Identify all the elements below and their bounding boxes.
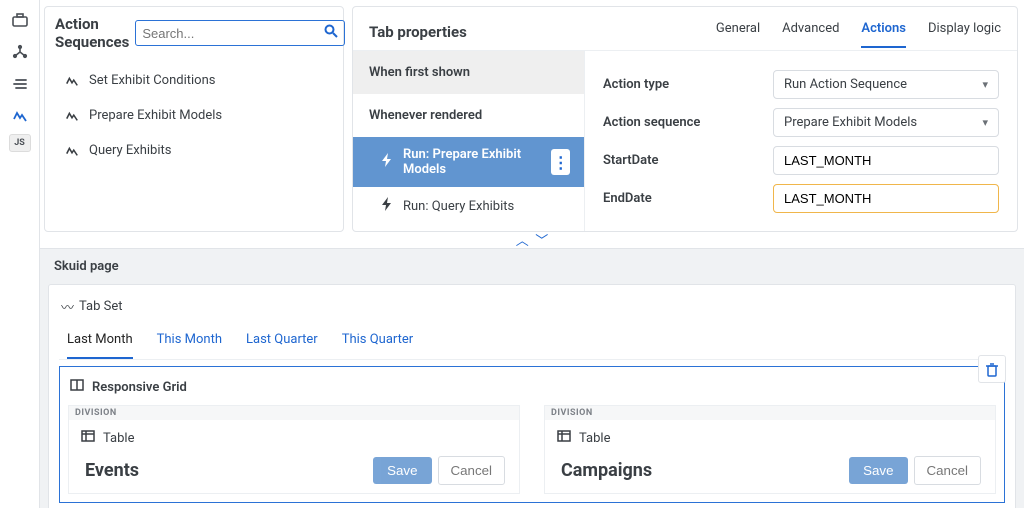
chevron-down-icon: ▾: [982, 116, 988, 129]
table-icon: [81, 430, 95, 446]
tab-properties-panel: Tab properties General Advanced Actions …: [352, 6, 1018, 232]
table-label: Table: [103, 431, 134, 446]
sequence-item-label: Query Exhibits: [89, 143, 171, 158]
rail-models-icon[interactable]: [6, 38, 34, 66]
table-icon: [557, 430, 571, 446]
rail-actions-icon[interactable]: [6, 102, 34, 130]
sequence-item[interactable]: Prepare Exhibit Models: [45, 98, 343, 133]
whenever-rendered[interactable]: Whenever rendered: [353, 94, 584, 137]
tab-this-quarter[interactable]: This Quarter: [342, 324, 413, 359]
action-type-label: Action type: [603, 77, 773, 92]
collapse-arrows[interactable]: ︿ ﹀: [40, 230, 1024, 248]
left-rail: JS: [0, 0, 40, 508]
campaigns-title: Campaigns: [561, 460, 849, 481]
tab-properties-title: Tab properties: [369, 23, 716, 41]
tabset-icon: 〰: [61, 297, 71, 316]
run-prepare-exhibit-models[interactable]: Run: Prepare Exhibit Models ⋮: [353, 137, 584, 187]
save-button[interactable]: Save: [373, 457, 431, 484]
kebab-icon[interactable]: ⋮: [551, 149, 570, 175]
skuid-page-label: Skuid page: [40, 249, 1024, 284]
tab-last-quarter[interactable]: Last Quarter: [246, 324, 318, 359]
division[interactable]: DIVISION Table Events Save Cancel: [68, 405, 520, 494]
sequence-item-label: Set Exhibit Conditions: [89, 73, 215, 88]
trash-icon[interactable]: [978, 355, 1006, 383]
cancel-button[interactable]: Cancel: [438, 456, 506, 485]
rail-list-icon[interactable]: [6, 70, 34, 98]
tab-advanced[interactable]: Advanced: [782, 15, 839, 48]
chevron-down-icon: ▾: [982, 78, 988, 91]
columns-icon: [70, 379, 84, 395]
run-item-label: Run: Query Exhibits: [403, 199, 514, 214]
division-label: DIVISION: [545, 406, 995, 420]
events-title: Events: [85, 460, 373, 481]
when-first-shown[interactable]: When first shown: [353, 51, 584, 94]
tab-actions[interactable]: Actions: [861, 15, 906, 48]
cancel-button[interactable]: Cancel: [914, 456, 982, 485]
responsive-grid-label: Responsive Grid: [92, 380, 187, 395]
tab-general[interactable]: General: [716, 15, 760, 48]
action-sequence-label: Action sequence: [603, 115, 773, 130]
tabset-label: Tab Set: [79, 299, 123, 314]
run-query-exhibits[interactable]: Run: Query Exhibits: [353, 187, 584, 225]
save-button[interactable]: Save: [849, 457, 907, 484]
division-label: DIVISION: [69, 406, 519, 420]
tab-display-logic[interactable]: Display logic: [928, 15, 1001, 48]
division[interactable]: DIVISION Table Campaigns Save Cancel: [544, 405, 996, 494]
table-label: Table: [579, 431, 610, 446]
search-box[interactable]: [135, 20, 345, 46]
search-icon[interactable]: [324, 24, 338, 42]
action-sequences-panel: Action Sequences + Set Exhibit Condition…: [44, 6, 344, 232]
search-input[interactable]: [142, 26, 318, 41]
bolt-icon: [381, 153, 393, 171]
tab-this-month[interactable]: This Month: [157, 324, 222, 359]
tab-last-month[interactable]: Last Month: [67, 324, 133, 359]
action-sequences-title: Action Sequences: [55, 15, 129, 51]
end-date-input[interactable]: [773, 184, 999, 213]
run-item-label: Run: Prepare Exhibit Models: [403, 147, 541, 177]
action-type-value: Run Action Sequence: [784, 77, 907, 92]
responsive-grid[interactable]: Responsive Grid DIVISION Table: [59, 366, 1005, 503]
bolt-icon: [381, 197, 393, 215]
rail-components-icon[interactable]: [6, 6, 34, 34]
rail-js-icon[interactable]: JS: [9, 134, 31, 152]
action-sequence-select[interactable]: Prepare Exhibit Models ▾: [773, 108, 999, 137]
action-sequence-value: Prepare Exhibit Models: [784, 115, 917, 130]
page-canvas: 〰 Tab Set Last Month This Month Last Qua…: [48, 284, 1016, 508]
sequence-item[interactable]: Set Exhibit Conditions: [45, 63, 343, 98]
end-date-label: EndDate: [603, 191, 773, 206]
action-type-select[interactable]: Run Action Sequence ▾: [773, 70, 999, 99]
sequence-item-label: Prepare Exhibit Models: [89, 108, 222, 123]
start-date-input[interactable]: [773, 146, 999, 175]
sequence-item[interactable]: Query Exhibits: [45, 133, 343, 168]
start-date-label: StartDate: [603, 153, 773, 168]
